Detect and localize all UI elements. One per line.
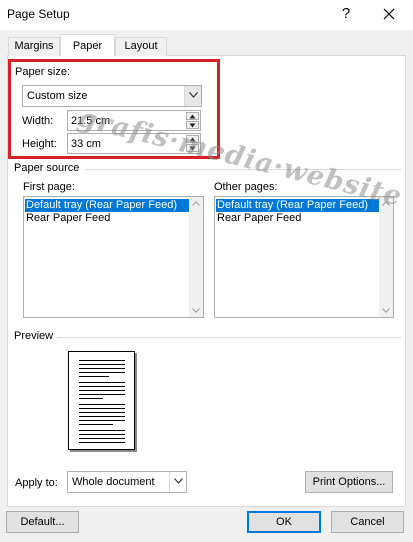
paper-source-label: Paper source [14, 162, 80, 174]
first-page-label: First page: [23, 181, 75, 193]
window-title: Page Setup [7, 7, 70, 21]
tab-margins[interactable]: Margins [8, 37, 60, 56]
default-button[interactable]: Default... [6, 511, 79, 533]
tab-layout[interactable]: Layout [115, 37, 167, 56]
apply-to-value: Whole document [72, 476, 155, 488]
preview-divider [57, 337, 401, 338]
print-options-button[interactable]: Print Options... [305, 471, 393, 493]
help-button[interactable]: ? [336, 3, 356, 25]
first-page-list[interactable]: Default tray (Rear Paper Feed) Rear Pape… [23, 196, 204, 318]
cancel-button[interactable]: Cancel [331, 511, 404, 533]
other-pages-item-rear-feed[interactable]: Rear Paper Feed [216, 212, 301, 225]
apply-to-label: Apply to: [15, 477, 58, 489]
ok-button[interactable]: OK [247, 511, 321, 533]
apply-to-dropdown-button[interactable] [169, 472, 186, 492]
close-button[interactable] [378, 3, 400, 25]
tab-paper[interactable]: Paper [60, 34, 115, 56]
scroll-down-icon[interactable] [382, 308, 390, 313]
page-preview [68, 351, 135, 450]
apply-to-select[interactable]: Whole document [67, 471, 187, 493]
scroll-down-icon[interactable] [192, 308, 200, 313]
other-pages-label: Other pages: [214, 181, 278, 193]
close-icon [383, 8, 395, 20]
chevron-down-icon [174, 478, 183, 484]
preview-label: Preview [14, 330, 54, 342]
first-page-scrollbar[interactable] [189, 197, 203, 317]
scroll-up-icon[interactable] [192, 201, 200, 206]
first-page-item-default-tray[interactable]: Default tray (Rear Paper Feed) [25, 199, 189, 212]
first-page-item-rear-feed[interactable]: Rear Paper Feed [25, 212, 110, 225]
other-pages-list[interactable]: Default tray (Rear Paper Feed) Rear Pape… [214, 196, 394, 318]
other-pages-scrollbar[interactable] [379, 197, 393, 317]
